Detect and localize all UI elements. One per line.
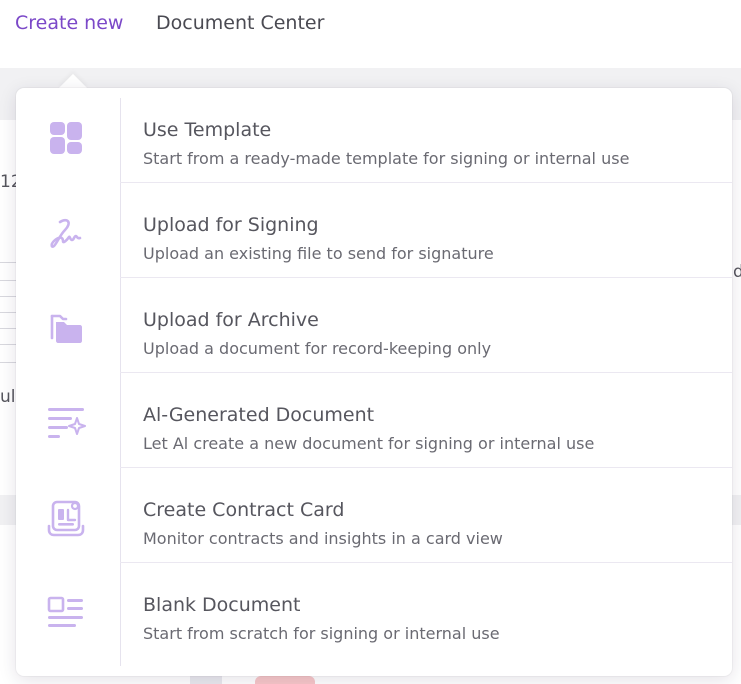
menu-item-title: Use Template xyxy=(143,119,272,141)
create-new-link[interactable]: Create new xyxy=(15,10,123,36)
menu-item-description: Let Al create a new document for signing… xyxy=(143,434,595,453)
blank-document-icon xyxy=(46,593,86,633)
top-nav-bar: Create new Document Center xyxy=(0,0,741,68)
contract-card-icon xyxy=(46,498,86,538)
background-divider xyxy=(0,296,16,297)
menu-item-use-template[interactable]: Use Template Start from a ready-made tem… xyxy=(16,88,732,183)
background-divider xyxy=(0,262,16,263)
menu-item-title: Create Contract Card xyxy=(143,499,345,521)
folder-icon xyxy=(46,308,86,348)
background-divider xyxy=(0,328,16,329)
create-new-menu: Use Template Start from a ready-made tem… xyxy=(16,88,732,676)
menu-item-title: Upload for Archive xyxy=(143,309,319,331)
background-divider xyxy=(0,344,16,345)
background-divider xyxy=(0,312,16,313)
background-divider xyxy=(0,362,16,363)
document-center-link[interactable]: Document Center xyxy=(156,10,324,36)
menu-item-title: Al-Generated Document xyxy=(143,404,375,426)
menu-item-description: Upload an existing file to send for sign… xyxy=(143,244,494,263)
menu-item-blank-document[interactable]: Blank Document Start from scratch for si… xyxy=(16,563,732,658)
menu-item-upload-for-archive[interactable]: Upload for Archive Upload a document for… xyxy=(16,278,732,373)
menu-item-description: Start from a ready-made template for sig… xyxy=(143,149,630,168)
ai-sparkle-lines-icon xyxy=(46,403,86,443)
menu-item-ai-generated-document[interactable]: Al-Generated Document Let Al create a ne… xyxy=(16,373,732,468)
menu-item-description: Start from scratch for signing or intern… xyxy=(143,624,500,643)
background-badge xyxy=(255,676,315,684)
menu-item-description: Upload a document for record-keeping onl… xyxy=(143,339,492,358)
menu-item-description: Monitor contracts and insights in a card… xyxy=(143,529,503,548)
menu-item-title: Blank Document xyxy=(143,594,301,616)
template-grid-icon xyxy=(46,118,86,158)
background-text-fragment: d xyxy=(733,262,741,282)
menu-item-upload-for-signing[interactable]: Upload for Signing Upload an existing fi… xyxy=(16,183,732,278)
signature-icon xyxy=(46,213,86,253)
menu-item-create-contract-card[interactable]: Create Contract Card Monitor contracts a… xyxy=(16,468,732,563)
background-divider xyxy=(0,280,16,281)
menu-item-title: Upload for Signing xyxy=(143,214,319,236)
background-text-fragment: ul xyxy=(0,387,16,407)
